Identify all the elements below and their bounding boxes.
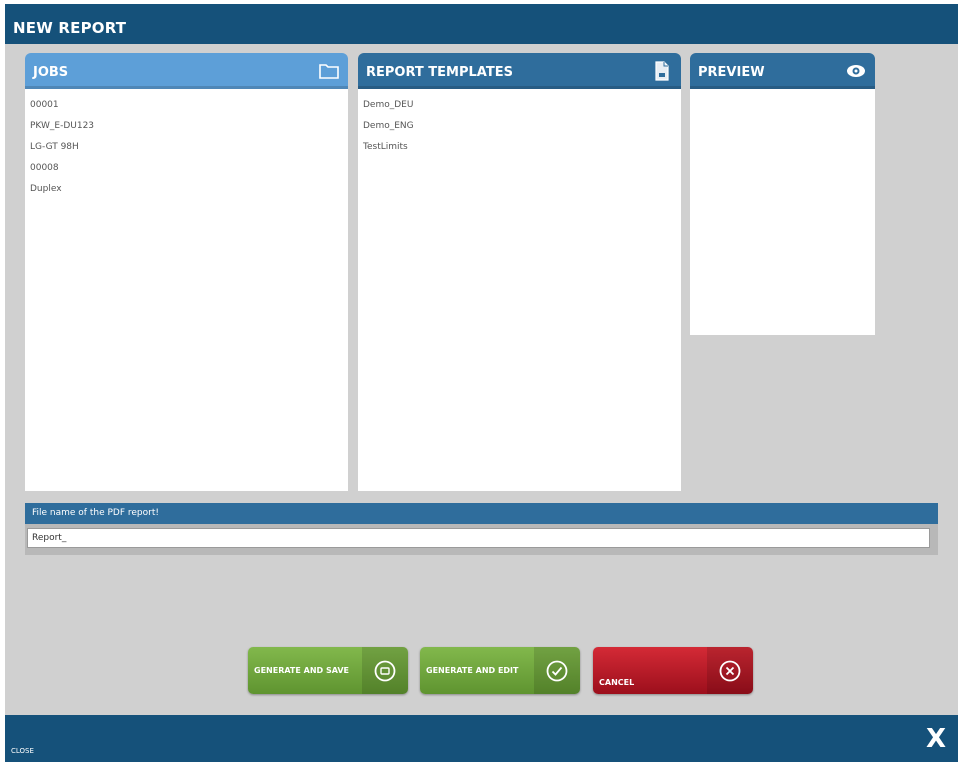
cancel-circle-icon [719, 660, 741, 682]
jobs-panel: JOBS 00001 PKW_E-DU123 LG-GT 98H 00008 Duple… [25, 53, 348, 491]
template-list-item[interactable]: TestLimits [358, 137, 681, 158]
generate-and-edit-button[interactable]: GENERATE AND EDIT [420, 647, 580, 694]
generate-and-save-button[interactable]: GENERATE AND SAVE [248, 647, 408, 694]
filename-input[interactable] [27, 528, 930, 548]
generate-and-save-label: GENERATE AND SAVE [254, 666, 350, 675]
new-report-window: NEW REPORT JOBS 00001 PKW_E-DU123 LG-GT 98… [5, 4, 958, 762]
close-label[interactable]: CLOSE [11, 747, 34, 755]
job-list-item[interactable]: PKW_E-DU123 [25, 116, 348, 137]
report-templates-header: REPORT TEMPLATES [358, 53, 681, 89]
check-circle-icon [546, 660, 568, 682]
eye-icon[interactable] [845, 60, 867, 82]
filename-label: File name of the PDF report! [32, 508, 159, 518]
folder-icon[interactable] [318, 60, 340, 82]
jobs-title: JOBS [33, 65, 69, 80]
template-list-item[interactable]: Demo_ENG [358, 116, 681, 137]
filename-section: File name of the PDF report! [25, 503, 938, 555]
job-list-item[interactable]: Duplex [25, 179, 348, 200]
job-list-item[interactable]: 00001 [25, 95, 348, 116]
close-icon[interactable]: X [926, 724, 946, 754]
report-templates-title: REPORT TEMPLATES [366, 65, 513, 80]
document-icon[interactable] [651, 60, 673, 82]
footer-bar: CLOSE X [5, 715, 958, 762]
filename-header: File name of the PDF report! [25, 503, 938, 524]
job-list-item[interactable]: 00008 [25, 158, 348, 179]
jobs-list: 00001 PKW_E-DU123 LG-GT 98H 00008 Duplex [25, 89, 348, 200]
cancel-icon-area [707, 647, 753, 694]
templates-list-area: Demo_DEU Demo_ENG TestLimits [358, 89, 681, 491]
jobs-header: JOBS [25, 53, 348, 89]
title-bar: NEW REPORT [5, 4, 958, 44]
save-circle-icon [374, 660, 396, 682]
cancel-button[interactable]: CANCEL [593, 647, 753, 694]
window-title: NEW REPORT [13, 19, 127, 37]
template-list-item[interactable]: Demo_DEU [358, 95, 681, 116]
preview-title: PREVIEW [698, 65, 765, 80]
report-templates-panel: REPORT TEMPLATES Demo_DEU Demo_ENG TestLim… [358, 53, 681, 491]
preview-area [690, 89, 875, 335]
generate-and-edit-icon-area [534, 647, 580, 694]
templates-list: Demo_DEU Demo_ENG TestLimits [358, 89, 681, 158]
jobs-list-area: 00001 PKW_E-DU123 LG-GT 98H 00008 Duplex [25, 89, 348, 491]
job-list-item[interactable]: LG-GT 98H [25, 137, 348, 158]
generate-and-edit-label: GENERATE AND EDIT [426, 666, 519, 675]
cancel-label: CANCEL [599, 678, 635, 687]
generate-and-save-icon-area [362, 647, 408, 694]
preview-header: PREVIEW [690, 53, 875, 89]
preview-panel: PREVIEW [690, 53, 875, 335]
